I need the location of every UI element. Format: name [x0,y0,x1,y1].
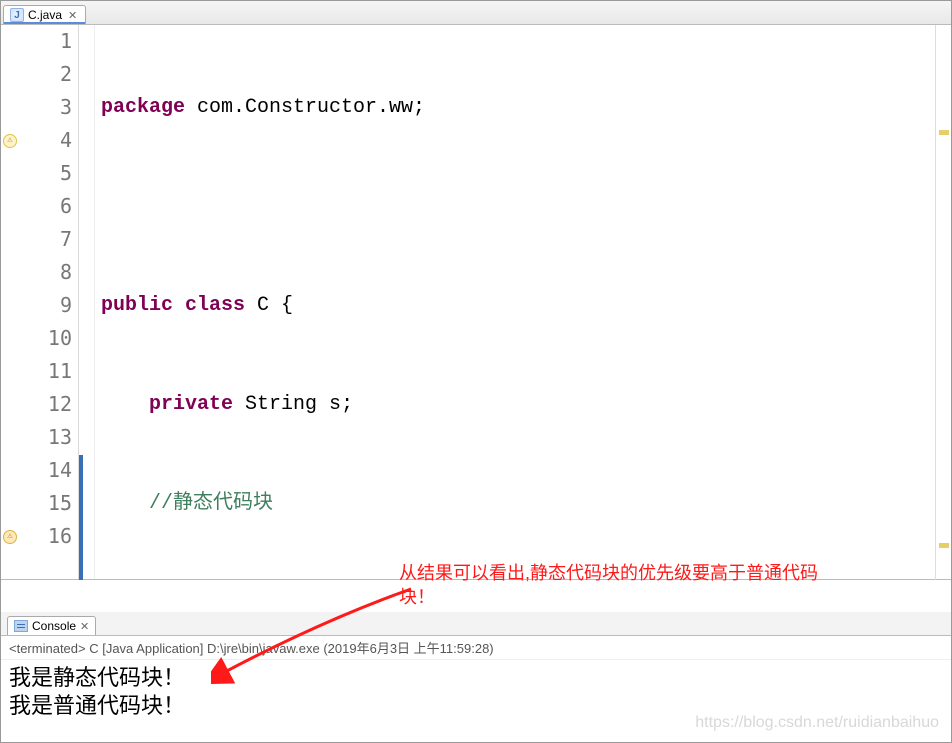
console-output[interactable]: 我是静态代码块！ 我是普通代码块！ [1,660,951,724]
console-line: 我是静态代码块！ [9,664,943,692]
line-number: ⚠4 [1,124,72,157]
line-number: 3 [1,91,72,124]
close-icon[interactable]: ✕ [68,9,77,22]
line-number: 12 [1,388,72,421]
line-number: 2 [1,58,72,91]
line-number: 1 [1,25,72,58]
console-tab-label: Console [32,619,76,633]
warning-marker-icon[interactable]: ⚠ [3,530,17,544]
tab-filename: C.java [28,8,62,22]
editor: 1 2 3 ⚠4 5 6 7 8 9 10 11 12 13 14 15 ⚠16… [1,25,951,580]
code-line [101,190,951,223]
change-bar [79,455,83,580]
code-line: private String s; [101,388,951,421]
code-line: //静态代码块 [101,487,951,520]
warning-marker-icon[interactable]: ⚠ [3,134,17,148]
console-icon [14,620,28,632]
java-file-icon: J [10,8,24,22]
editor-tab[interactable]: J C.java ✕ [3,5,86,24]
code-line: public class C { [101,289,951,322]
line-number: 15 [1,487,72,520]
overview-ruler[interactable] [935,25,951,580]
line-number: 5 [1,157,72,190]
line-number: 6 [1,190,72,223]
line-number-gutter: 1 2 3 ⚠4 5 6 7 8 9 10 11 12 13 14 15 ⚠16 [1,25,79,579]
console-status: <terminated> C [Java Application] D:\jre… [1,636,951,660]
line-number: 10 [1,322,72,355]
close-icon[interactable]: ✕ [80,620,89,633]
overview-marker[interactable] [939,130,949,135]
line-number: 7 [1,223,72,256]
console-tab[interactable]: Console ✕ [7,616,96,635]
console-tab-bar: Console ✕ [1,612,951,636]
code-line: package com.Constructor.ww; [101,91,951,124]
overview-marker[interactable] [939,543,949,548]
editor-tab-bar: J C.java ✕ [1,1,951,25]
console-line: 我是普通代码块！ [9,692,943,720]
line-number: 8 [1,256,72,289]
line-number: 14 [1,454,72,487]
line-number: 9 [1,289,72,322]
line-number: 13 [1,421,72,454]
change-ruler [79,25,95,579]
line-number: ⚠16 [1,520,72,553]
code-area[interactable]: package com.Constructor.ww; public class… [95,25,951,579]
line-number: 11 [1,355,72,388]
